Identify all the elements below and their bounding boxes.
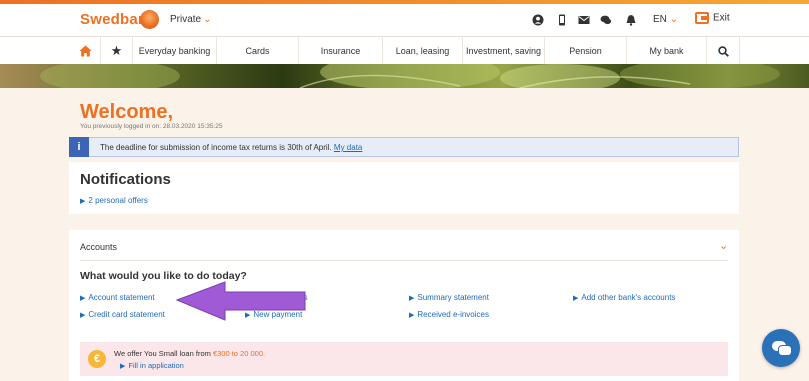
loan-amount: €300 to 20 000. <box>212 349 266 358</box>
notice-banner: i The deadline for submission of income … <box>69 137 739 157</box>
hero-banner-image <box>0 64 809 88</box>
main-navigation: ★ Everyday banking Cards Insurance Loan,… <box>0 36 809 65</box>
nav-cards[interactable]: Cards <box>216 37 298 65</box>
segment-label: Private <box>170 14 202 25</box>
nav-everyday-banking[interactable]: Everyday banking <box>132 37 216 65</box>
language-selector[interactable]: EN ⌄ <box>653 14 678 25</box>
link-label: Account statement <box>88 293 155 302</box>
nav-my-bank[interactable]: My bank <box>626 37 706 65</box>
chevron-down-icon: ⌄ <box>203 14 212 25</box>
loan-offer-lead: We offer You Small loan from <box>114 349 213 358</box>
notifications-title: Notifications <box>80 171 171 188</box>
triangle-right-icon: ▶ <box>573 295 579 302</box>
personal-offers-link[interactable]: ▶ 2 personal offers <box>80 196 148 205</box>
credit-card-statement-link[interactable]: ▶ Credit card statement <box>80 310 165 319</box>
received-einvoices-link[interactable]: ▶ Received e-invoices <box>409 310 489 319</box>
loan-offer-text: We offer You Small loan from €300 to 20 … <box>114 349 265 358</box>
summary-statement-link[interactable]: ▶ Summary statement <box>409 293 489 302</box>
chevron-down-icon[interactable]: ⌄ <box>719 239 728 252</box>
triangle-right-icon: ▶ <box>80 312 86 319</box>
link-label: Credit card statement <box>88 310 165 319</box>
link-label: Fill in application <box>128 361 184 370</box>
exit-button[interactable]: Exit <box>695 12 730 24</box>
loan-offer-banner: € We offer You Small loan from €300 to 2… <box>80 342 728 376</box>
triangle-right-icon: ▶ <box>120 363 126 370</box>
chevron-down-icon: ⌄ <box>669 14 679 25</box>
phone-icon[interactable] <box>556 14 568 26</box>
nav-pension[interactable]: Pension <box>544 37 626 65</box>
notifications-card: Notifications ▶ 2 personal offers <box>69 162 739 214</box>
divider <box>80 260 728 261</box>
bell-icon[interactable] <box>625 14 637 26</box>
triangle-right-icon: ▶ <box>80 295 86 302</box>
accounts-title[interactable]: Accounts <box>80 242 117 252</box>
euro-coin-icon: € <box>88 350 106 368</box>
fill-application-link[interactable]: ▶ Fill in application <box>120 361 184 370</box>
exit-label: Exit <box>713 12 730 24</box>
link-label: Add other bank's accounts <box>581 293 676 302</box>
last-login-text: You previously logged in on: 28.03.2020 … <box>80 123 223 130</box>
search-icon[interactable] <box>706 37 740 65</box>
info-icon: i <box>69 137 89 157</box>
my-data-link[interactable]: My data <box>334 143 362 152</box>
favorites-star-icon[interactable]: ★ <box>100 37 132 65</box>
nav-insurance[interactable]: Insurance <box>298 37 382 65</box>
home-icon[interactable] <box>70 37 100 65</box>
link-label: Received e-invoices <box>417 310 489 319</box>
exit-icon <box>695 12 709 24</box>
account-statement-link[interactable]: ▶ Account statement <box>80 293 155 302</box>
segment-selector[interactable]: Private ⌄ <box>170 14 212 25</box>
add-other-bank-link[interactable]: ▶ Add other bank's accounts <box>573 293 675 302</box>
user-icon[interactable] <box>532 14 544 26</box>
notice-text-line: The deadline for submission of income ta… <box>100 143 362 152</box>
welcome-heading: Welcome, <box>80 101 173 123</box>
annotation-arrow-icon <box>175 281 306 321</box>
mail-icon[interactable] <box>578 14 590 26</box>
personal-offers-label: 2 personal offers <box>88 196 148 205</box>
triangle-right-icon: ▶ <box>80 198 86 205</box>
link-label: Summary statement <box>417 293 489 302</box>
nav-investment-saving[interactable]: Investment, saving <box>462 37 544 65</box>
chat-bubbles-icon[interactable] <box>600 14 612 26</box>
triangle-right-icon: ▶ <box>409 312 415 319</box>
sun-logo-icon <box>140 10 159 29</box>
nav-loan-leasing[interactable]: Loan, leasing <box>382 37 462 65</box>
accounts-card: Accounts ⌄ What would you like to do tod… <box>69 230 739 381</box>
triangle-right-icon: ▶ <box>409 295 415 302</box>
top-bar: Swedbank Private ⌄ EN ⌄ Exit <box>0 4 809 36</box>
notice-text: The deadline for submission of income ta… <box>100 143 332 152</box>
language-label: EN <box>653 14 667 25</box>
chat-support-button[interactable] <box>762 329 800 367</box>
